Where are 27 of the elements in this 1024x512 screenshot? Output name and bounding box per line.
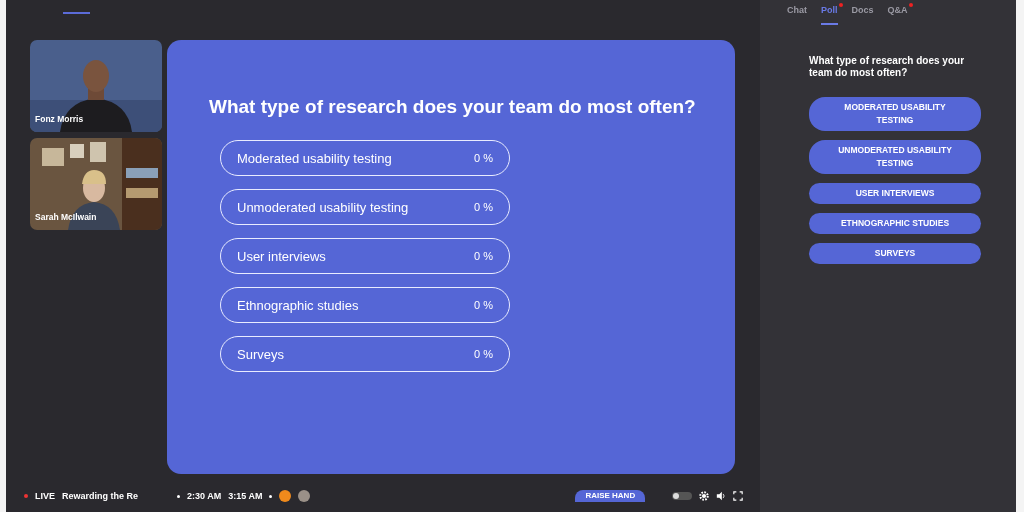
fullscreen-icon[interactable] <box>733 491 744 501</box>
participant-name: Fonz Morris <box>35 114 84 124</box>
answer-button[interactable]: ETHNOGRAPHIC STUDIES <box>809 213 981 234</box>
start-time: 2:30 AM <box>187 490 222 502</box>
live-dot-icon <box>24 494 28 498</box>
bullet-icon <box>269 494 273 498</box>
end-time: 3:15 AM <box>228 490 263 502</box>
answer-button[interactable]: MODERATED USABILITY TESTING <box>809 97 981 131</box>
sidebar-tab[interactable]: Q&A <box>887 5 908 25</box>
sidebar-tab[interactable]: Poll <box>821 5 838 25</box>
avatar-icon[interactable] <box>279 490 292 502</box>
answer-button[interactable]: USER INTERVIEWS <box>809 183 981 204</box>
session-title: Rewarding the Re <box>62 490 140 502</box>
answer-button[interactable]: UNMODERATED USABILITY TESTING <box>809 140 981 174</box>
sidebar-tab[interactable]: Chat <box>787 5 807 25</box>
bullet-icon <box>177 494 180 498</box>
poll-question: What type of research does your team do most often? <box>209 96 697 118</box>
sidebar-tab[interactable]: Docs <box>851 5 874 25</box>
live-label: LIVE <box>35 490 55 502</box>
toggle-switch[interactable] <box>672 492 693 500</box>
volume-icon[interactable] <box>716 491 727 501</box>
poll-question: What type of research does your team do most often? <box>809 55 966 79</box>
answer-button[interactable]: SURVEYS <box>809 243 981 264</box>
raise-hand-button[interactable]: RAISE HAND <box>575 490 646 502</box>
settings-icon[interactable] <box>699 491 710 501</box>
avatar-icon[interactable] <box>298 490 311 502</box>
participant-name: Sarah McIlwain <box>35 212 97 222</box>
